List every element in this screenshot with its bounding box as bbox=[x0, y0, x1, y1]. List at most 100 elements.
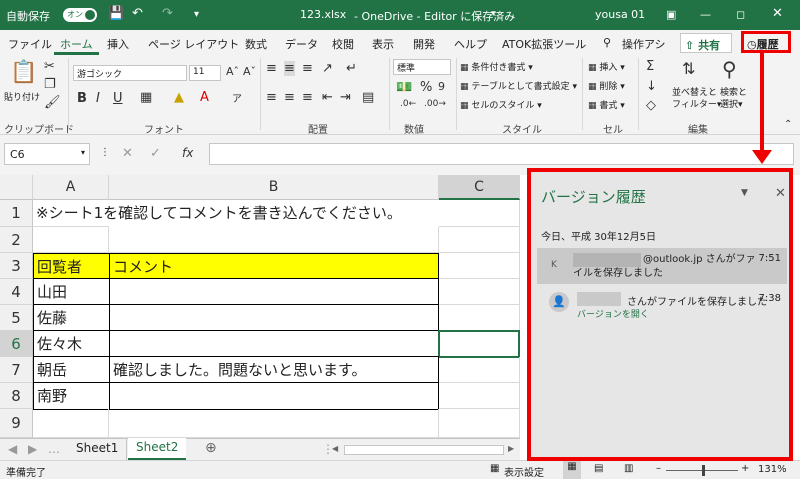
select-label[interactable]: 選択▾ bbox=[720, 97, 743, 110]
cell-a5[interactable]: 佐藤 bbox=[33, 304, 110, 331]
insert-function-icon[interactable]: fx bbox=[182, 146, 193, 160]
row-header-2[interactable]: 2 bbox=[0, 227, 33, 253]
pane-options-icon[interactable]: ▼ bbox=[741, 188, 748, 198]
cell-a1[interactable]: ※シート1を確認してコメントを書き込んでください。 bbox=[33, 200, 402, 227]
underline-icon[interactable]: U bbox=[113, 91, 123, 106]
worksheet-grid[interactable]: A B C 1 2 3 4 5 6 7 8 9 ※シート1を確認してコメントを書… bbox=[0, 175, 520, 438]
row-header-7[interactable]: 7 bbox=[0, 357, 33, 383]
decrease-indent-icon[interactable]: ⇤ bbox=[322, 90, 333, 105]
sort-filter-icon[interactable]: ⇅ bbox=[682, 59, 695, 78]
autosave-toggle[interactable]: オン bbox=[63, 8, 97, 22]
row-header-4[interactable]: 4 bbox=[0, 279, 33, 305]
row-header-5[interactable]: 5 bbox=[0, 305, 33, 331]
number-format-select[interactable]: 標準 bbox=[393, 59, 451, 75]
cell-c4[interactable] bbox=[439, 279, 520, 305]
cell-b5[interactable] bbox=[109, 304, 439, 331]
column-header-a[interactable]: A bbox=[33, 175, 109, 200]
align-top-icon[interactable]: ≡ bbox=[266, 61, 277, 76]
formula-input[interactable] bbox=[209, 143, 794, 165]
copy-icon[interactable]: ❐ bbox=[44, 77, 56, 92]
cell-b3[interactable]: コメント bbox=[109, 253, 439, 279]
sheet-tab-sheet1[interactable]: Sheet1 bbox=[68, 439, 128, 460]
cell-a9[interactable] bbox=[33, 409, 109, 438]
cell-styles-button[interactable]: ▦ セルのスタイル ▾ bbox=[460, 98, 542, 111]
clear-icon[interactable]: ◇ bbox=[646, 98, 656, 113]
tab-developer[interactable]: 開発 bbox=[413, 36, 435, 52]
cell-c7[interactable] bbox=[439, 357, 520, 383]
cell-c8[interactable] bbox=[439, 383, 520, 409]
tab-page-layout[interactable]: ページ レイアウト bbox=[148, 36, 239, 52]
cut-icon[interactable]: ✂ bbox=[44, 59, 55, 74]
cell-b4[interactable] bbox=[109, 278, 439, 305]
decrease-decimal-icon[interactable]: .00→ bbox=[424, 99, 446, 109]
row-header-3[interactable]: 3 bbox=[0, 253, 33, 279]
normal-view-icon[interactable]: ▦ bbox=[563, 461, 581, 479]
open-version-link[interactable]: バージョンを開く bbox=[577, 307, 649, 320]
close-pane-icon[interactable]: ✕ bbox=[775, 186, 786, 201]
zoom-out-icon[interactable]: – bbox=[656, 463, 661, 474]
version-item-2[interactable]: 👤 さんがファイルを保存しました 7:38 バージョンを開く bbox=[537, 288, 787, 324]
minimize-icon[interactable]: — bbox=[700, 8, 711, 21]
column-header-c[interactable]: C bbox=[439, 175, 520, 200]
version-item-1[interactable]: K @outlook.jp さんがファイルを保存しました 7:51 bbox=[537, 248, 787, 284]
sheet-tab-sheet2[interactable]: Sheet2 bbox=[128, 438, 187, 460]
share-button[interactable]: ⇧ 共有 bbox=[680, 33, 732, 53]
history-button[interactable]: ◷履歴 bbox=[741, 31, 791, 53]
page-layout-view-icon[interactable]: ▤ bbox=[594, 463, 603, 474]
fill-icon[interactable]: ↓ bbox=[646, 79, 657, 94]
borders-icon[interactable]: ▦ bbox=[140, 90, 152, 105]
user-name[interactable]: yousa 01 bbox=[595, 8, 645, 21]
cell-c3[interactable] bbox=[439, 253, 520, 279]
cell-a4[interactable]: 山田 bbox=[33, 278, 110, 305]
paste-label[interactable]: 貼り付け bbox=[4, 90, 40, 103]
display-settings-icon[interactable]: ▦ bbox=[490, 463, 499, 474]
ribbon-display-options-icon[interactable]: ▣ bbox=[666, 8, 676, 21]
add-sheet-icon[interactable]: ⊕ bbox=[205, 440, 217, 456]
cell-a2[interactable] bbox=[33, 227, 109, 253]
maximize-icon[interactable]: ◻ bbox=[736, 8, 745, 21]
scroll-left-icon[interactable]: ◀ bbox=[332, 444, 338, 453]
format-cells-button[interactable]: ▦ 書式 ▾ bbox=[588, 98, 625, 111]
cell-c9[interactable] bbox=[439, 409, 520, 438]
cell-b7[interactable]: 確認しました。問題ないと思います。 bbox=[109, 356, 439, 383]
cell-b6[interactable] bbox=[109, 330, 439, 357]
scroll-right-icon[interactable]: ▶ bbox=[508, 444, 514, 453]
find-icon[interactable]: ⚲ bbox=[722, 57, 737, 81]
orientation-icon[interactable]: ↗ bbox=[322, 61, 333, 76]
collapse-ribbon-icon[interactable]: ⌃ bbox=[784, 119, 792, 130]
format-painter-icon[interactable]: 🖌 bbox=[44, 95, 61, 110]
customize-qat-icon[interactable]: ▾ bbox=[194, 9, 199, 20]
row-header-1[interactable]: 1 bbox=[0, 200, 33, 227]
font-name-select[interactable]: 游ゴシック bbox=[73, 65, 187, 81]
paste-icon[interactable]: 📋 bbox=[10, 60, 37, 85]
cancel-icon[interactable]: ✕ bbox=[122, 146, 133, 161]
tab-tell-me[interactable]: 操作アシ bbox=[622, 36, 666, 52]
zoom-level[interactable]: 131% bbox=[758, 464, 787, 475]
merge-center-icon[interactable]: ▤ bbox=[362, 90, 374, 105]
currency-icon[interactable]: 💵 bbox=[396, 80, 412, 95]
tab-file[interactable]: ファイル bbox=[8, 36, 52, 52]
delete-cells-button[interactable]: ▦ 削除 ▾ bbox=[588, 79, 625, 92]
tab-help[interactable]: ヘルプ bbox=[454, 36, 487, 52]
comma-icon[interactable]: 9 bbox=[438, 80, 445, 93]
cell-c2[interactable] bbox=[439, 227, 520, 253]
prev-sheet-icon[interactable]: ◀ bbox=[8, 442, 17, 456]
page-break-view-icon[interactable]: ▥ bbox=[624, 463, 633, 474]
align-left-icon[interactable]: ≡ bbox=[266, 90, 277, 105]
select-all-corner[interactable] bbox=[0, 175, 33, 200]
more-sheets-icon[interactable]: … bbox=[48, 442, 60, 456]
title-dropdown-icon[interactable]: ▾ bbox=[491, 9, 496, 19]
next-sheet-icon[interactable]: ▶ bbox=[28, 442, 37, 456]
horizontal-scrollbar[interactable] bbox=[344, 445, 504, 455]
save-icon[interactable]: 💾 bbox=[108, 6, 124, 21]
name-box[interactable]: C6 ▾ bbox=[4, 143, 90, 165]
tab-atok[interactable]: ATOK拡張ツール bbox=[502, 36, 586, 52]
row-header-9[interactable]: 9 bbox=[0, 409, 33, 438]
cell-b8[interactable] bbox=[109, 382, 439, 410]
tab-review[interactable]: 校閲 bbox=[332, 36, 354, 52]
font-size-select[interactable]: 11 bbox=[189, 65, 221, 81]
align-middle-icon[interactable]: ≡ bbox=[284, 61, 295, 76]
align-bottom-icon[interactable]: ≡ bbox=[302, 61, 313, 76]
fill-color-icon[interactable]: ▲ bbox=[174, 90, 184, 105]
percent-icon[interactable]: % bbox=[420, 80, 432, 95]
